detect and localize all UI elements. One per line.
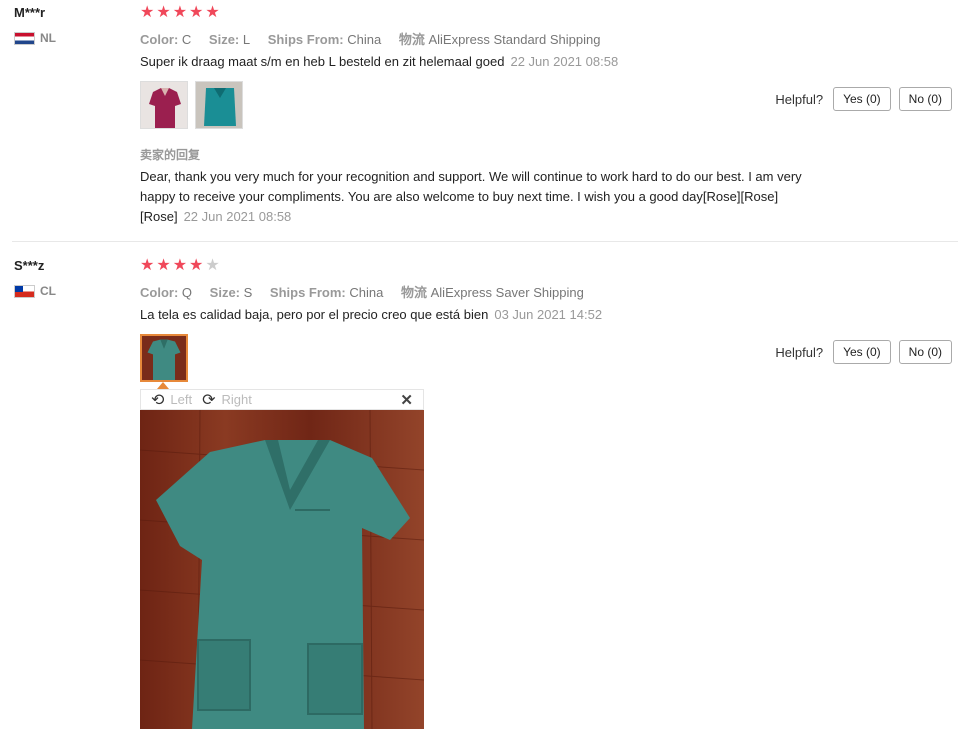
photo-teal-top bbox=[196, 82, 242, 128]
review-photo-thumbnail[interactable] bbox=[195, 81, 243, 129]
review-text: La tela es calidad baja, pero por el pre… bbox=[140, 305, 602, 325]
country-code: NL bbox=[40, 31, 56, 45]
color-label: Color: bbox=[140, 285, 179, 300]
color-value: Q bbox=[181, 285, 193, 300]
ships-from-label: Ships From: bbox=[267, 32, 344, 47]
image-viewer-toolbar: ⟲ Left ⟳ Right ✕ bbox=[140, 389, 424, 410]
rotate-right-button[interactable]: ⟳ Right bbox=[202, 390, 252, 410]
review-date: 22 Jun 2021 08:58 bbox=[510, 54, 619, 69]
star-icon: ★ bbox=[189, 4, 204, 21]
helpful-no-button[interactable]: No (0) bbox=[898, 87, 952, 111]
seller-reply-title: 卖家的回复 bbox=[140, 148, 201, 162]
logistics-value: AliExpress Standard Shipping bbox=[428, 32, 601, 47]
star-icon: ★ bbox=[189, 257, 204, 274]
order-info: Color: C Size: L Ships From: China 物流 Al… bbox=[140, 29, 614, 48]
seller-reply: Dear, thank you very much for your recog… bbox=[140, 167, 820, 227]
helpful-vote: Helpful? Yes (0) No (0) bbox=[775, 87, 952, 111]
star-rating: ★ ★ ★ ★ ★ bbox=[140, 258, 220, 274]
order-info: Color: Q Size: S Ships From: China 物流 Al… bbox=[140, 282, 598, 301]
size-value: L bbox=[242, 32, 251, 47]
photo-green-scrub-large bbox=[140, 410, 424, 729]
logistics-label: 物流 bbox=[398, 32, 425, 47]
reviewer-name: M***r bbox=[14, 5, 46, 20]
ships-from-value: China bbox=[347, 32, 382, 47]
rotate-right-icon: ⟳ bbox=[202, 391, 216, 409]
reviewer-country: CL bbox=[14, 284, 56, 298]
photo-green-scrub bbox=[142, 336, 186, 380]
star-icon: ★ bbox=[140, 4, 155, 21]
star-icon: ★ bbox=[172, 257, 188, 274]
seller-reply-date: 22 Jun 2021 08:58 bbox=[183, 209, 292, 224]
ships-from-label: Ships From: bbox=[269, 285, 346, 300]
helpful-label: Helpful? bbox=[775, 344, 824, 360]
review-text: Super ik draag maat s/m en heb L besteld… bbox=[140, 52, 618, 72]
review-date: 03 Jun 2021 14:52 bbox=[494, 307, 603, 322]
logistics-label: 物流 bbox=[400, 285, 427, 300]
helpful-no-button[interactable]: No (0) bbox=[898, 340, 952, 364]
rotate-right-label: Right bbox=[221, 392, 252, 407]
review-item: M***r NL ★ ★ ★ ★ ★ Color: C Size: L Ship… bbox=[0, 0, 977, 243]
color-label: Color: bbox=[140, 32, 179, 47]
star-empty-icon: ★ bbox=[205, 257, 220, 274]
star-rating: ★ ★ ★ ★ ★ bbox=[140, 5, 220, 21]
ships-from-value: China bbox=[349, 285, 384, 300]
review-photo-thumbnail[interactable] bbox=[140, 334, 188, 382]
review-body: Super ik draag maat s/m en heb L besteld… bbox=[140, 54, 505, 69]
size-label: Size: bbox=[208, 32, 240, 47]
review-divider bbox=[12, 241, 958, 242]
review-photo-enlarged[interactable] bbox=[140, 410, 424, 729]
photo-burgundy-top bbox=[141, 82, 187, 128]
rotate-left-button[interactable]: ⟲ Left bbox=[151, 390, 192, 410]
rotate-left-label: Left bbox=[170, 392, 193, 407]
size-label: Size: bbox=[209, 285, 240, 300]
helpful-vote: Helpful? Yes (0) No (0) bbox=[775, 340, 952, 364]
country-code: CL bbox=[40, 284, 56, 298]
flag-cl-icon bbox=[14, 284, 35, 298]
helpful-yes-button[interactable]: Yes (0) bbox=[833, 87, 891, 111]
thumbnail-pointer bbox=[157, 382, 169, 389]
color-value: C bbox=[181, 32, 192, 47]
helpful-label: Helpful? bbox=[775, 91, 824, 107]
star-icon: ★ bbox=[156, 257, 171, 274]
rotate-left-icon: ⟲ bbox=[151, 391, 165, 409]
star-icon: ★ bbox=[172, 4, 188, 21]
helpful-yes-button[interactable]: Yes (0) bbox=[833, 340, 891, 364]
star-icon: ★ bbox=[156, 4, 171, 21]
review-body: La tela es calidad baja, pero por el pre… bbox=[140, 307, 489, 322]
star-icon: ★ bbox=[140, 257, 155, 274]
star-icon: ★ bbox=[205, 4, 220, 21]
size-value: S bbox=[243, 285, 253, 300]
close-icon[interactable]: ✕ bbox=[400, 391, 413, 409]
logistics-value: AliExpress Saver Shipping bbox=[430, 285, 584, 300]
reviewer-country: NL bbox=[14, 31, 56, 45]
flag-nl-icon bbox=[14, 31, 35, 45]
review-photo-thumbnail[interactable] bbox=[140, 81, 188, 129]
reviewer-name: S***z bbox=[14, 258, 45, 273]
